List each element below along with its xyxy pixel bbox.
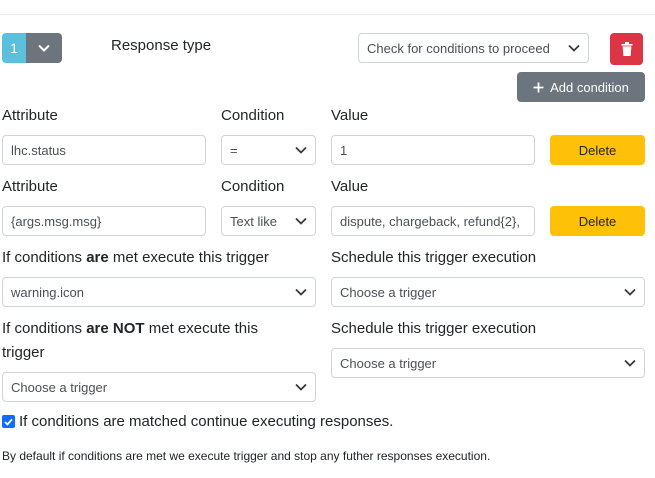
delete-label: Delete [578, 142, 617, 158]
attribute-input[interactable]: {args.msg.msg} [2, 206, 206, 236]
met-schedule-select[interactable]: Choose a trigger [331, 277, 645, 307]
not-met-schedule-label: Schedule this trigger execution [331, 320, 537, 337]
value-input[interactable]: dispute, chargeback, refund{2}, [331, 206, 535, 236]
chevron-down-icon [38, 44, 50, 52]
delete-condition-button[interactable]: Delete [550, 206, 645, 236]
condition-select[interactable]: = [221, 135, 316, 165]
trash-icon [621, 42, 632, 56]
attribute-label: Attribute [2, 178, 58, 195]
response-type-value: Check for conditions to proceed [367, 40, 550, 56]
not-met-schedule-value: Choose a trigger [340, 355, 437, 371]
continue-checkbox-label[interactable]: If conditions are matched continue execu… [19, 412, 393, 432]
attribute-value: lhc.status [11, 142, 66, 158]
footnote-text: By default if conditions are met we exec… [2, 449, 491, 463]
chevron-down-icon [295, 146, 307, 154]
value-label: Value [331, 178, 369, 195]
value-input[interactable]: 1 [331, 135, 535, 165]
met-schedule-value: Choose a trigger [340, 284, 437, 300]
response-type-select[interactable]: Check for conditions to proceed [358, 33, 589, 63]
condition-label: Condition [221, 178, 285, 195]
attribute-input[interactable]: lhc.status [2, 135, 206, 165]
not-met-trigger-label-line2: trigger [2, 344, 45, 361]
add-condition-button[interactable]: Add condition [517, 72, 645, 102]
condition-label: Condition [221, 107, 285, 124]
response-number: 1 [10, 40, 18, 56]
chevron-down-icon [624, 288, 636, 296]
chevron-down-icon [295, 288, 307, 296]
value-label: Value [331, 107, 369, 124]
condition-value: = [230, 142, 238, 158]
delete-label: Delete [578, 213, 617, 229]
met-trigger-select[interactable]: warning.icon [2, 277, 316, 307]
not-met-schedule-select[interactable]: Choose a trigger [331, 348, 645, 378]
delete-condition-button[interactable]: Delete [550, 135, 645, 165]
expand-toggle-button[interactable] [26, 33, 62, 63]
value-value: 1 [340, 142, 348, 158]
chevron-down-icon [295, 383, 307, 391]
condition-select[interactable]: Text like [221, 206, 316, 236]
attribute-label: Attribute [2, 107, 58, 124]
chevron-down-icon [568, 44, 580, 52]
condition-value: Text like [230, 213, 277, 229]
not-met-trigger-select[interactable]: Choose a trigger [2, 372, 316, 402]
response-number-badge: 1 [2, 33, 26, 63]
continue-checkbox[interactable] [2, 415, 15, 428]
add-condition-label: Add condition [550, 79, 629, 95]
value-value: dispute, chargeback, refund{2}, [340, 213, 520, 229]
chevron-down-icon [295, 217, 307, 225]
response-type-label: Response type [111, 37, 212, 54]
plus-icon [533, 82, 544, 92]
checkmark-icon [4, 418, 13, 426]
met-schedule-label: Schedule this trigger execution [331, 249, 537, 266]
not-met-trigger-value: Choose a trigger [11, 379, 108, 395]
chevron-down-icon [624, 359, 636, 367]
met-trigger-label: If conditions are met execute this trigg… [2, 249, 269, 266]
met-trigger-value: warning.icon [11, 284, 84, 300]
attribute-value: {args.msg.msg} [11, 213, 102, 229]
not-met-trigger-label: If conditions are NOT met execute this [2, 320, 258, 337]
delete-response-button[interactable] [610, 33, 643, 65]
top-divider [0, 14, 655, 15]
